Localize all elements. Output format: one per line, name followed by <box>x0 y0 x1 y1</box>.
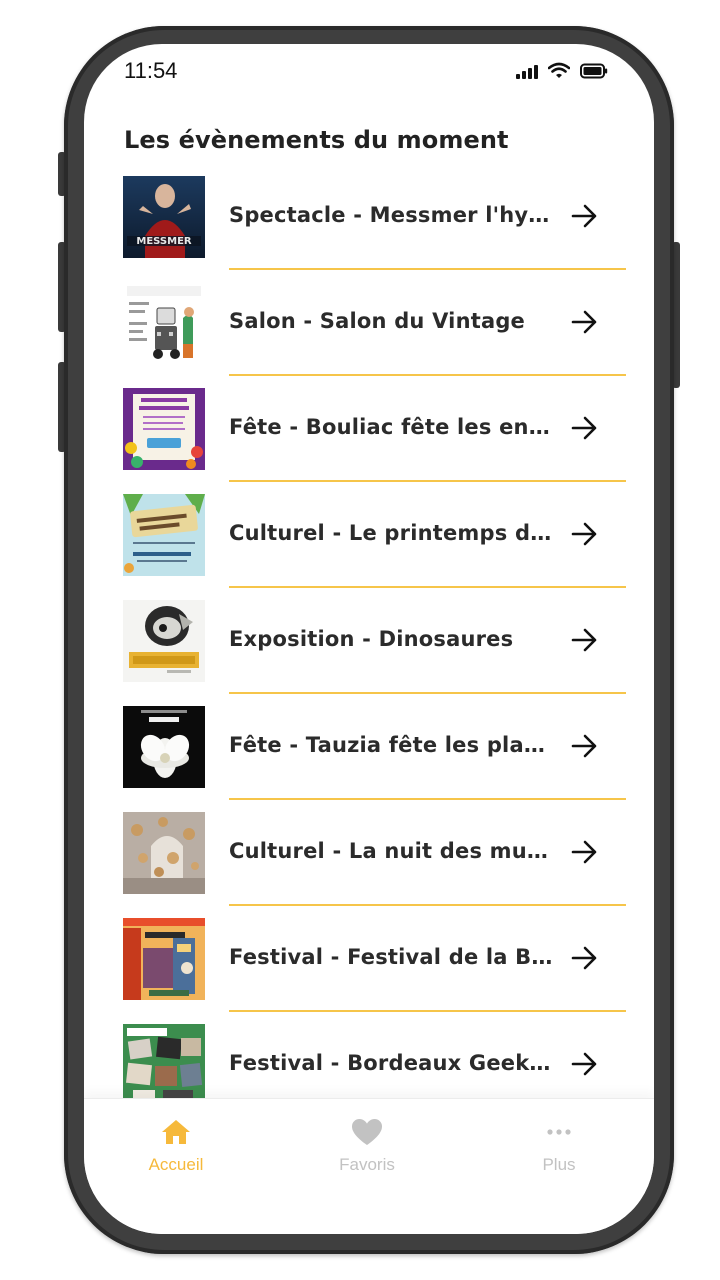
divider <box>229 798 626 800</box>
event-row-dinosaures[interactable]: Exposition - Dinosaures <box>84 596 654 702</box>
status-bar: 11:54 <box>84 44 654 104</box>
home-icon <box>162 1120 190 1144</box>
phone-screen: 11:54 Les évènements du moment MESSMER S… <box>84 44 654 1234</box>
event-row-vintage[interactable]: Salon - Salon du Vintage <box>84 278 654 384</box>
nav-item-plus[interactable]: Plus <box>499 1117 619 1175</box>
status-time: 11:54 <box>124 58 178 83</box>
arrow-right-icon[interactable] <box>570 733 600 759</box>
divider <box>229 586 626 588</box>
arrow-right-icon[interactable] <box>570 945 600 971</box>
arrow-right-icon[interactable] <box>570 627 600 653</box>
nav-item-accueil[interactable]: Accueil <box>116 1117 236 1175</box>
event-label: Culturel - La nuit des musé… <box>229 839 559 863</box>
status-icons <box>516 62 608 79</box>
divider <box>229 374 626 376</box>
printemps-poster-thumbnail[interactable] <box>123 494 205 576</box>
event-row-tauzia[interactable]: Fête - Tauzia fête les plant… <box>84 702 654 808</box>
event-label: Salon - Salon du Vintage <box>229 309 526 333</box>
dinosaures-poster-thumbnail[interactable] <box>123 600 205 682</box>
page-title: Les évènements du moment <box>124 126 509 154</box>
svg-text:MESSMER: MESSMER <box>136 236 192 247</box>
event-row-bouliac[interactable]: Fête - Bouliac fête les enf… <box>84 384 654 490</box>
bottom-navigation: Accueil Favoris Plus <box>84 1098 654 1234</box>
event-label: Culturel - Le printemps de … <box>229 521 559 545</box>
signal-icon <box>516 65 538 79</box>
event-label: Exposition - Dinosaures <box>229 627 514 651</box>
event-label: Fête - Tauzia fête les plant… <box>229 733 559 757</box>
divider <box>229 692 626 694</box>
divider <box>229 480 626 482</box>
arrow-right-icon[interactable] <box>570 203 600 229</box>
more-icon <box>547 1129 571 1135</box>
nav-item-favoris[interactable]: Favoris <box>307 1117 427 1175</box>
wifi-icon <box>548 62 570 78</box>
arrow-right-icon[interactable] <box>570 839 600 865</box>
arrow-right-icon[interactable] <box>570 309 600 335</box>
event-row-bd[interactable]: Festival - Festival de la BD… <box>84 914 654 1020</box>
event-row-musees[interactable]: Culturel - La nuit des musé… <box>84 808 654 914</box>
battery-icon <box>580 63 608 79</box>
event-row-geekfest[interactable]: Festival - Bordeaux Geekf… <box>84 1020 654 1102</box>
event-label: Festival - Festival de la BD… <box>229 945 559 969</box>
divider <box>229 1010 626 1012</box>
arrow-right-icon[interactable] <box>570 1051 600 1077</box>
event-list[interactable]: MESSMER Spectacle - Messmer l'hyp… Salon… <box>84 172 654 1102</box>
event-label: Festival - Bordeaux Geekf… <box>229 1051 559 1075</box>
nav-label-plus: Plus <box>542 1155 576 1174</box>
nav-label-accueil: Accueil <box>148 1155 204 1174</box>
event-label: Spectacle - Messmer l'hyp… <box>229 203 559 227</box>
arrow-right-icon[interactable] <box>570 415 600 441</box>
divider <box>229 904 626 906</box>
vintage-poster-thumbnail[interactable] <box>123 282 205 364</box>
stage: 11:54 Les évènements du moment MESSMER S… <box>0 0 720 1280</box>
tauzia-poster-thumbnail[interactable] <box>123 706 205 788</box>
event-label: Fête - Bouliac fête les enf… <box>229 415 559 439</box>
heart-icon <box>352 1119 382 1145</box>
geekfest-poster-thumbnail[interactable] <box>123 1024 205 1102</box>
bouliac-poster-thumbnail[interactable] <box>123 388 205 470</box>
musees-poster-thumbnail[interactable] <box>123 812 205 894</box>
arrow-right-icon[interactable] <box>570 521 600 547</box>
event-row-messmer[interactable]: MESSMER Spectacle - Messmer l'hyp… <box>84 172 654 278</box>
divider <box>229 268 626 270</box>
nav-label-favoris: Favoris <box>339 1155 395 1174</box>
messmer-poster-thumbnail[interactable]: MESSMER <box>123 176 205 258</box>
bd-poster-thumbnail[interactable] <box>123 918 205 1000</box>
event-row-printemps[interactable]: Culturel - Le printemps de … <box>84 490 654 596</box>
